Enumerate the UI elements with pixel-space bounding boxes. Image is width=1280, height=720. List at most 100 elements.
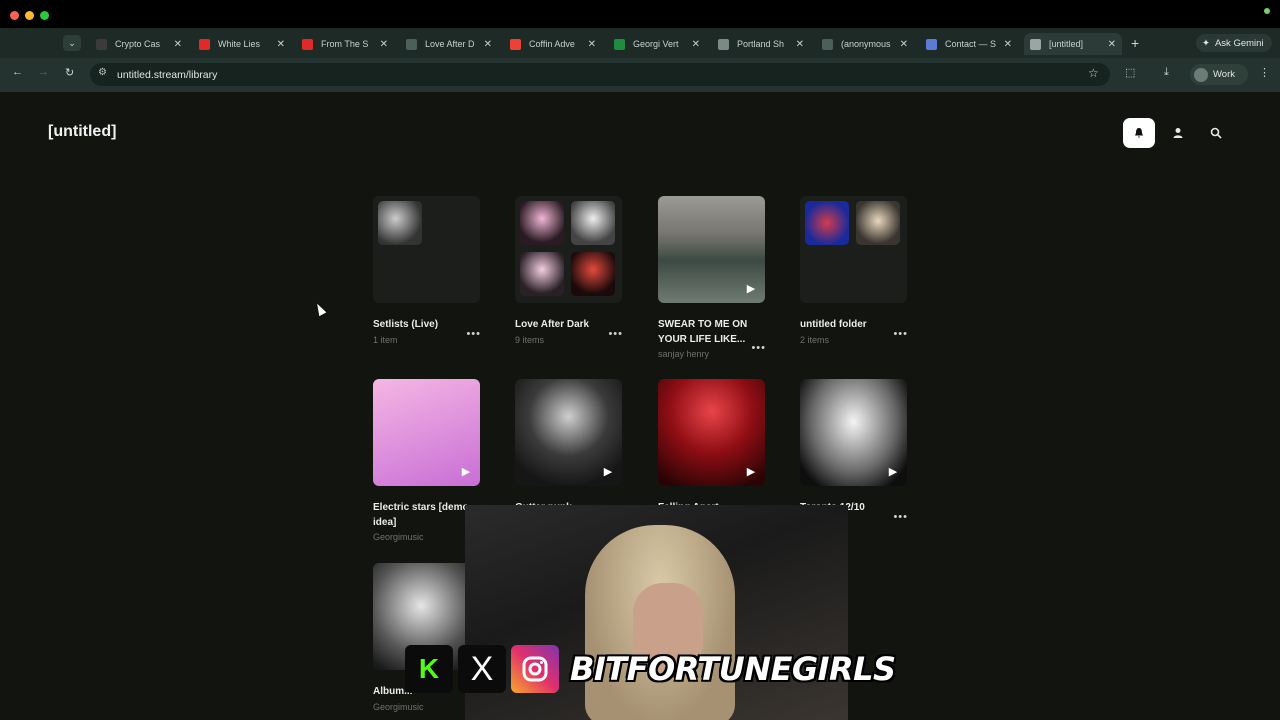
folder-card[interactable]: Setlists (Live) 1 item •••: [373, 196, 481, 345]
gmail-favicon-icon: [510, 38, 521, 50]
search-icon: [1210, 127, 1222, 139]
card-title[interactable]: untitled folder: [800, 318, 900, 333]
profile-label: Work: [1213, 69, 1235, 80]
notifications-button[interactable]: [1123, 118, 1155, 148]
track-artwork[interactable]: ▶: [658, 379, 765, 486]
more-options-icon[interactable]: •••: [751, 342, 766, 354]
user-icon: [1173, 128, 1183, 138]
folder-card[interactable]: Love After Dark 9 items •••: [515, 196, 623, 345]
cover-thumb: [378, 201, 422, 245]
track-artwork[interactable]: ▶: [373, 379, 480, 486]
card-subtitle: 1 item: [373, 334, 398, 345]
url-text[interactable]: untitled.stream/library: [117, 69, 217, 81]
folder-thumbnail[interactable]: [800, 196, 907, 303]
tab-3[interactable]: From The S ✕: [296, 33, 394, 55]
bookmark-star-icon[interactable]: ☆: [1088, 66, 1099, 80]
tab-label: Contact — S: [945, 39, 997, 49]
tab-8[interactable]: (anonymous ✕: [816, 33, 914, 55]
tab-5[interactable]: Coffin Adve ✕: [504, 33, 602, 55]
reload-icon[interactable]: ↻: [65, 66, 74, 79]
download-icon[interactable]: ⤓: [1164, 66, 1169, 79]
cover-thumb: [856, 201, 900, 245]
play-icon[interactable]: ▶: [742, 280, 760, 298]
track-card[interactable]: ▶Falling Apart•••: [658, 379, 766, 523]
tab-search-chevron-icon[interactable]: ⌄: [63, 35, 81, 51]
more-options-icon[interactable]: •••: [893, 328, 908, 340]
card-title[interactable]: Setlists (Live): [373, 318, 473, 333]
tab-close-icon[interactable]: ✕: [277, 39, 285, 50]
crypto-favicon-icon: [96, 38, 107, 50]
card-title[interactable]: Love After Dark: [515, 318, 615, 333]
x-logo-icon: X: [458, 645, 506, 693]
track-card[interactable]: ▶Gutter punk•••: [515, 379, 623, 523]
search-button[interactable]: [1200, 118, 1232, 148]
tab-close-icon[interactable]: ✕: [692, 39, 700, 50]
status-dot-icon: [1264, 8, 1270, 14]
tab-label: Crypto Cas: [115, 39, 161, 49]
play-icon[interactable]: ▶: [599, 463, 617, 481]
tab-7[interactable]: Portland Sh ✕: [712, 33, 810, 55]
tab-label: (anonymous: [841, 39, 891, 49]
more-options-icon[interactable]: •••: [608, 328, 623, 340]
tab-label: Coffin Adve: [529, 39, 575, 49]
minimize-window-icon[interactable]: [25, 11, 34, 20]
folder-card[interactable]: untitled folder 2 items •••: [800, 196, 908, 345]
globe-favicon-icon: [822, 38, 833, 50]
track-artwork[interactable]: ▶: [800, 379, 907, 486]
account-button[interactable]: [1162, 118, 1194, 148]
mouse-cursor-icon: [313, 301, 327, 317]
site-settings-icon[interactable]: ⚙: [98, 67, 107, 78]
play-icon[interactable]: ▶: [742, 463, 760, 481]
tab-10[interactable]: [untitled] ✕: [1024, 33, 1122, 55]
track-card[interactable]: ▶ SWEAR TO ME ON YOUR LIFE LIKE... sanjay …: [658, 196, 766, 359]
untitled-favicon-icon: [1030, 38, 1041, 50]
tab-close-icon[interactable]: ✕: [484, 39, 492, 50]
folder-thumbnail[interactable]: [373, 196, 480, 303]
tab-2[interactable]: White Lies ✕: [193, 33, 291, 55]
tab-1[interactable]: Crypto Cas ✕: [90, 33, 188, 55]
tab-label: Love After D: [425, 39, 475, 49]
bell-icon: [1135, 128, 1143, 138]
extensions-icon[interactable]: ⬚: [1125, 66, 1135, 79]
tab-close-icon[interactable]: ✕: [1004, 39, 1012, 50]
youtube-favicon-icon: [302, 38, 313, 50]
address-bar[interactable]: [90, 63, 1110, 86]
tab-4[interactable]: Love After D ✕: [400, 33, 498, 55]
tab-9[interactable]: Contact — S ✕: [920, 33, 1018, 55]
tab-close-icon[interactable]: ✕: [174, 39, 182, 50]
tab-close-icon[interactable]: ✕: [900, 39, 908, 50]
tab-label: Georgi Vert: [633, 39, 679, 49]
card-title[interactable]: SWEAR TO ME ON YOUR LIFE LIKE...: [658, 318, 758, 347]
tab-label: Portland Sh: [737, 39, 785, 49]
kick-logo-icon: K: [405, 645, 453, 693]
play-icon[interactable]: ▶: [884, 463, 902, 481]
back-arrow-icon[interactable]: ←: [12, 66, 23, 78]
browser-menu-icon[interactable]: ⋮: [1259, 66, 1270, 79]
card-title[interactable]: Electric stars [demo idea]: [373, 501, 473, 530]
more-options-icon[interactable]: •••: [893, 511, 908, 523]
close-window-icon[interactable]: [10, 11, 19, 20]
tab-close-icon[interactable]: ✕: [588, 39, 596, 50]
site-logo-title[interactable]: [untitled]: [48, 123, 116, 141]
new-tab-button[interactable]: +: [1131, 35, 1139, 51]
bookmark-favicon-icon: [718, 38, 729, 50]
tab-6[interactable]: Georgi Vert ✕: [608, 33, 706, 55]
tab-close-icon[interactable]: ✕: [380, 39, 388, 50]
forward-arrow-icon[interactable]: →: [38, 66, 49, 78]
ask-gemini-button[interactable]: ✦ Ask Gemini: [1196, 34, 1272, 52]
ask-gemini-label: Ask Gemini: [1214, 37, 1264, 49]
card-subtitle: sanjay henry: [658, 349, 710, 359]
card-subtitle: 2 items: [800, 334, 830, 345]
doc-favicon-icon: [926, 38, 937, 50]
play-icon[interactable]: ▶: [457, 463, 475, 481]
profile-button[interactable]: Work: [1190, 64, 1248, 85]
tab-close-icon[interactable]: ✕: [796, 39, 804, 50]
more-options-icon[interactable]: •••: [466, 328, 481, 340]
track-artwork[interactable]: ▶: [658, 196, 765, 303]
youtube-favicon-icon: [199, 38, 210, 50]
folder-thumbnail[interactable]: [515, 196, 622, 303]
tab-close-icon[interactable]: ✕: [1108, 39, 1116, 50]
cover-thumb: [520, 252, 564, 296]
maximize-window-icon[interactable]: [40, 11, 49, 20]
track-artwork[interactable]: ▶: [515, 379, 622, 486]
